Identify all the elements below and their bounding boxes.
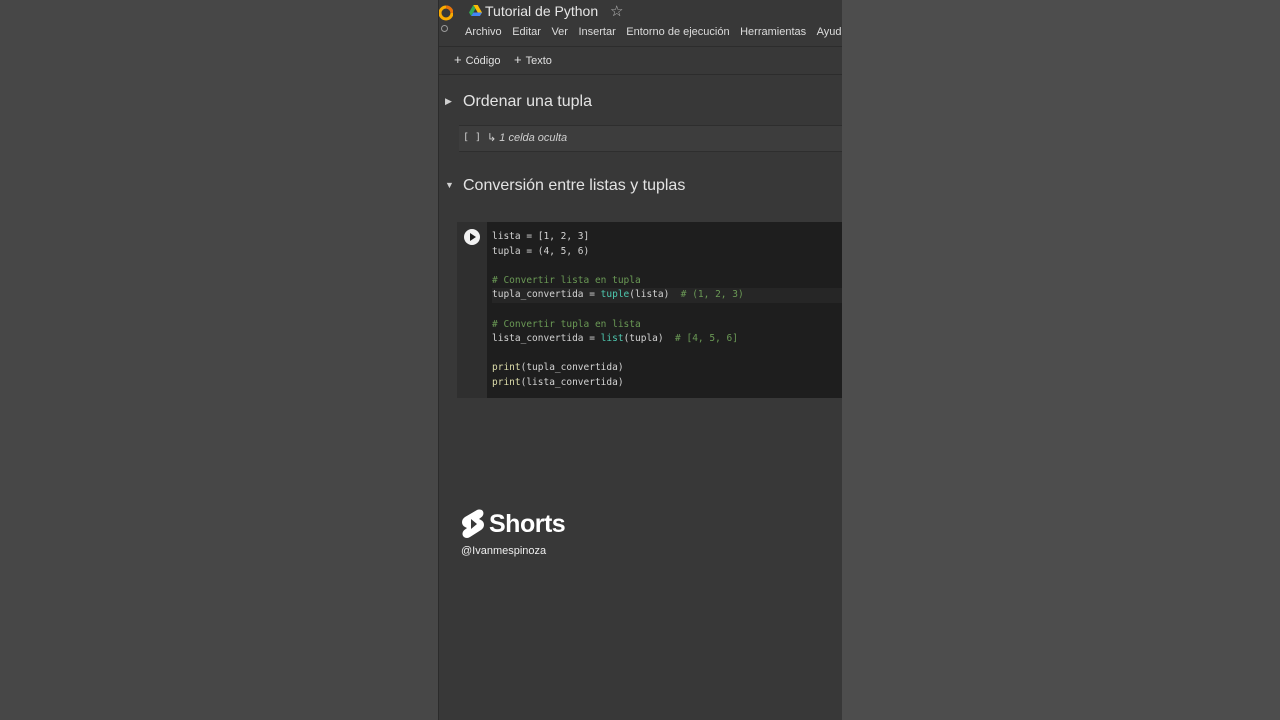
star-icon[interactable]: ☆: [610, 2, 623, 20]
cell-brackets-icon: [ ]: [463, 132, 482, 143]
status-dot-icon: [441, 25, 448, 32]
code-line[interactable]: ​: [492, 347, 842, 362]
code-line[interactable]: print(tupla_convertida): [492, 361, 842, 376]
code-line[interactable]: lista_convertida = list(tupla) # [4, 5, …: [492, 332, 842, 347]
code-line[interactable]: tupla = (4, 5, 6): [492, 245, 842, 260]
left-backdrop: [0, 0, 438, 720]
notebook-title[interactable]: Tutorial de Python: [485, 3, 598, 19]
code-line[interactable]: # Convertir tupla en lista: [492, 318, 842, 333]
plus-icon: +: [454, 52, 462, 67]
menu-item-editar[interactable]: Editar: [512, 26, 541, 38]
menu-bar: Archivo Editar Ver Insertar Entorno de e…: [465, 26, 842, 38]
caret-right-icon[interactable]: ▶: [445, 96, 457, 107]
hidden-cells-label: ↳ 1 celda oculta: [487, 132, 568, 144]
menu-item-entorno[interactable]: Entorno de ejecución: [626, 26, 729, 38]
code-line[interactable]: ​: [492, 259, 842, 274]
shorts-logo-icon: [462, 509, 484, 538]
code-line[interactable]: tupla_convertida = tuple(lista) # (1, 2,…: [492, 288, 842, 303]
colab-logo-icon: [439, 5, 453, 21]
app-header: Tutorial de Python ☆ Archivo Editar Ver …: [439, 0, 842, 46]
section-conversion[interactable]: ▼ Conversión entre listas y tuplas: [445, 177, 685, 195]
cell-toolbar: + Código + Texto: [439, 46, 842, 75]
add-code-button[interactable]: + Código: [454, 52, 500, 67]
channel-handle: @Ivanmespinoza: [461, 545, 547, 557]
right-backdrop: [841, 0, 1280, 720]
menu-item-ver[interactable]: Ver: [551, 26, 568, 38]
hidden-cells-bar[interactable]: [ ] ↳ 1 celda oculta: [459, 125, 842, 152]
code-cell[interactable]: lista = [1, 2, 3]tupla = (4, 5, 6)​# Con…: [457, 222, 842, 398]
menu-item-insertar[interactable]: Insertar: [578, 26, 615, 38]
menu-item-archivo[interactable]: Archivo: [465, 26, 502, 38]
add-text-label: Texto: [525, 55, 552, 67]
add-code-label: Código: [465, 55, 501, 67]
notebook-window: Tutorial de Python ☆ Archivo Editar Ver …: [438, 0, 842, 720]
section-title: Ordenar una tupla: [463, 93, 592, 110]
code-line[interactable]: ​: [492, 303, 842, 318]
code-editor[interactable]: lista = [1, 2, 3]tupla = (4, 5, 6)​# Con…: [492, 230, 842, 391]
menu-item-ayuda[interactable]: Ayuda: [817, 26, 842, 38]
menu-item-herramientas[interactable]: Herramientas: [740, 26, 806, 38]
code-line[interactable]: # Convertir lista en tupla: [492, 274, 842, 289]
code-line[interactable]: lista = [1, 2, 3]: [492, 230, 842, 245]
cell-gutter: [457, 222, 487, 398]
section-ordenar-tupla[interactable]: ▶ Ordenar una tupla: [445, 93, 592, 111]
plus-icon: +: [514, 52, 522, 67]
run-cell-button[interactable]: [464, 229, 480, 245]
caret-down-icon[interactable]: ▼: [445, 180, 457, 190]
drive-icon[interactable]: [469, 5, 482, 17]
shorts-label: Shorts: [489, 510, 566, 538]
code-line[interactable]: print(lista_convertida): [492, 376, 842, 391]
add-text-button[interactable]: + Texto: [514, 52, 552, 67]
section-title: Conversión entre listas y tuplas: [463, 177, 686, 194]
